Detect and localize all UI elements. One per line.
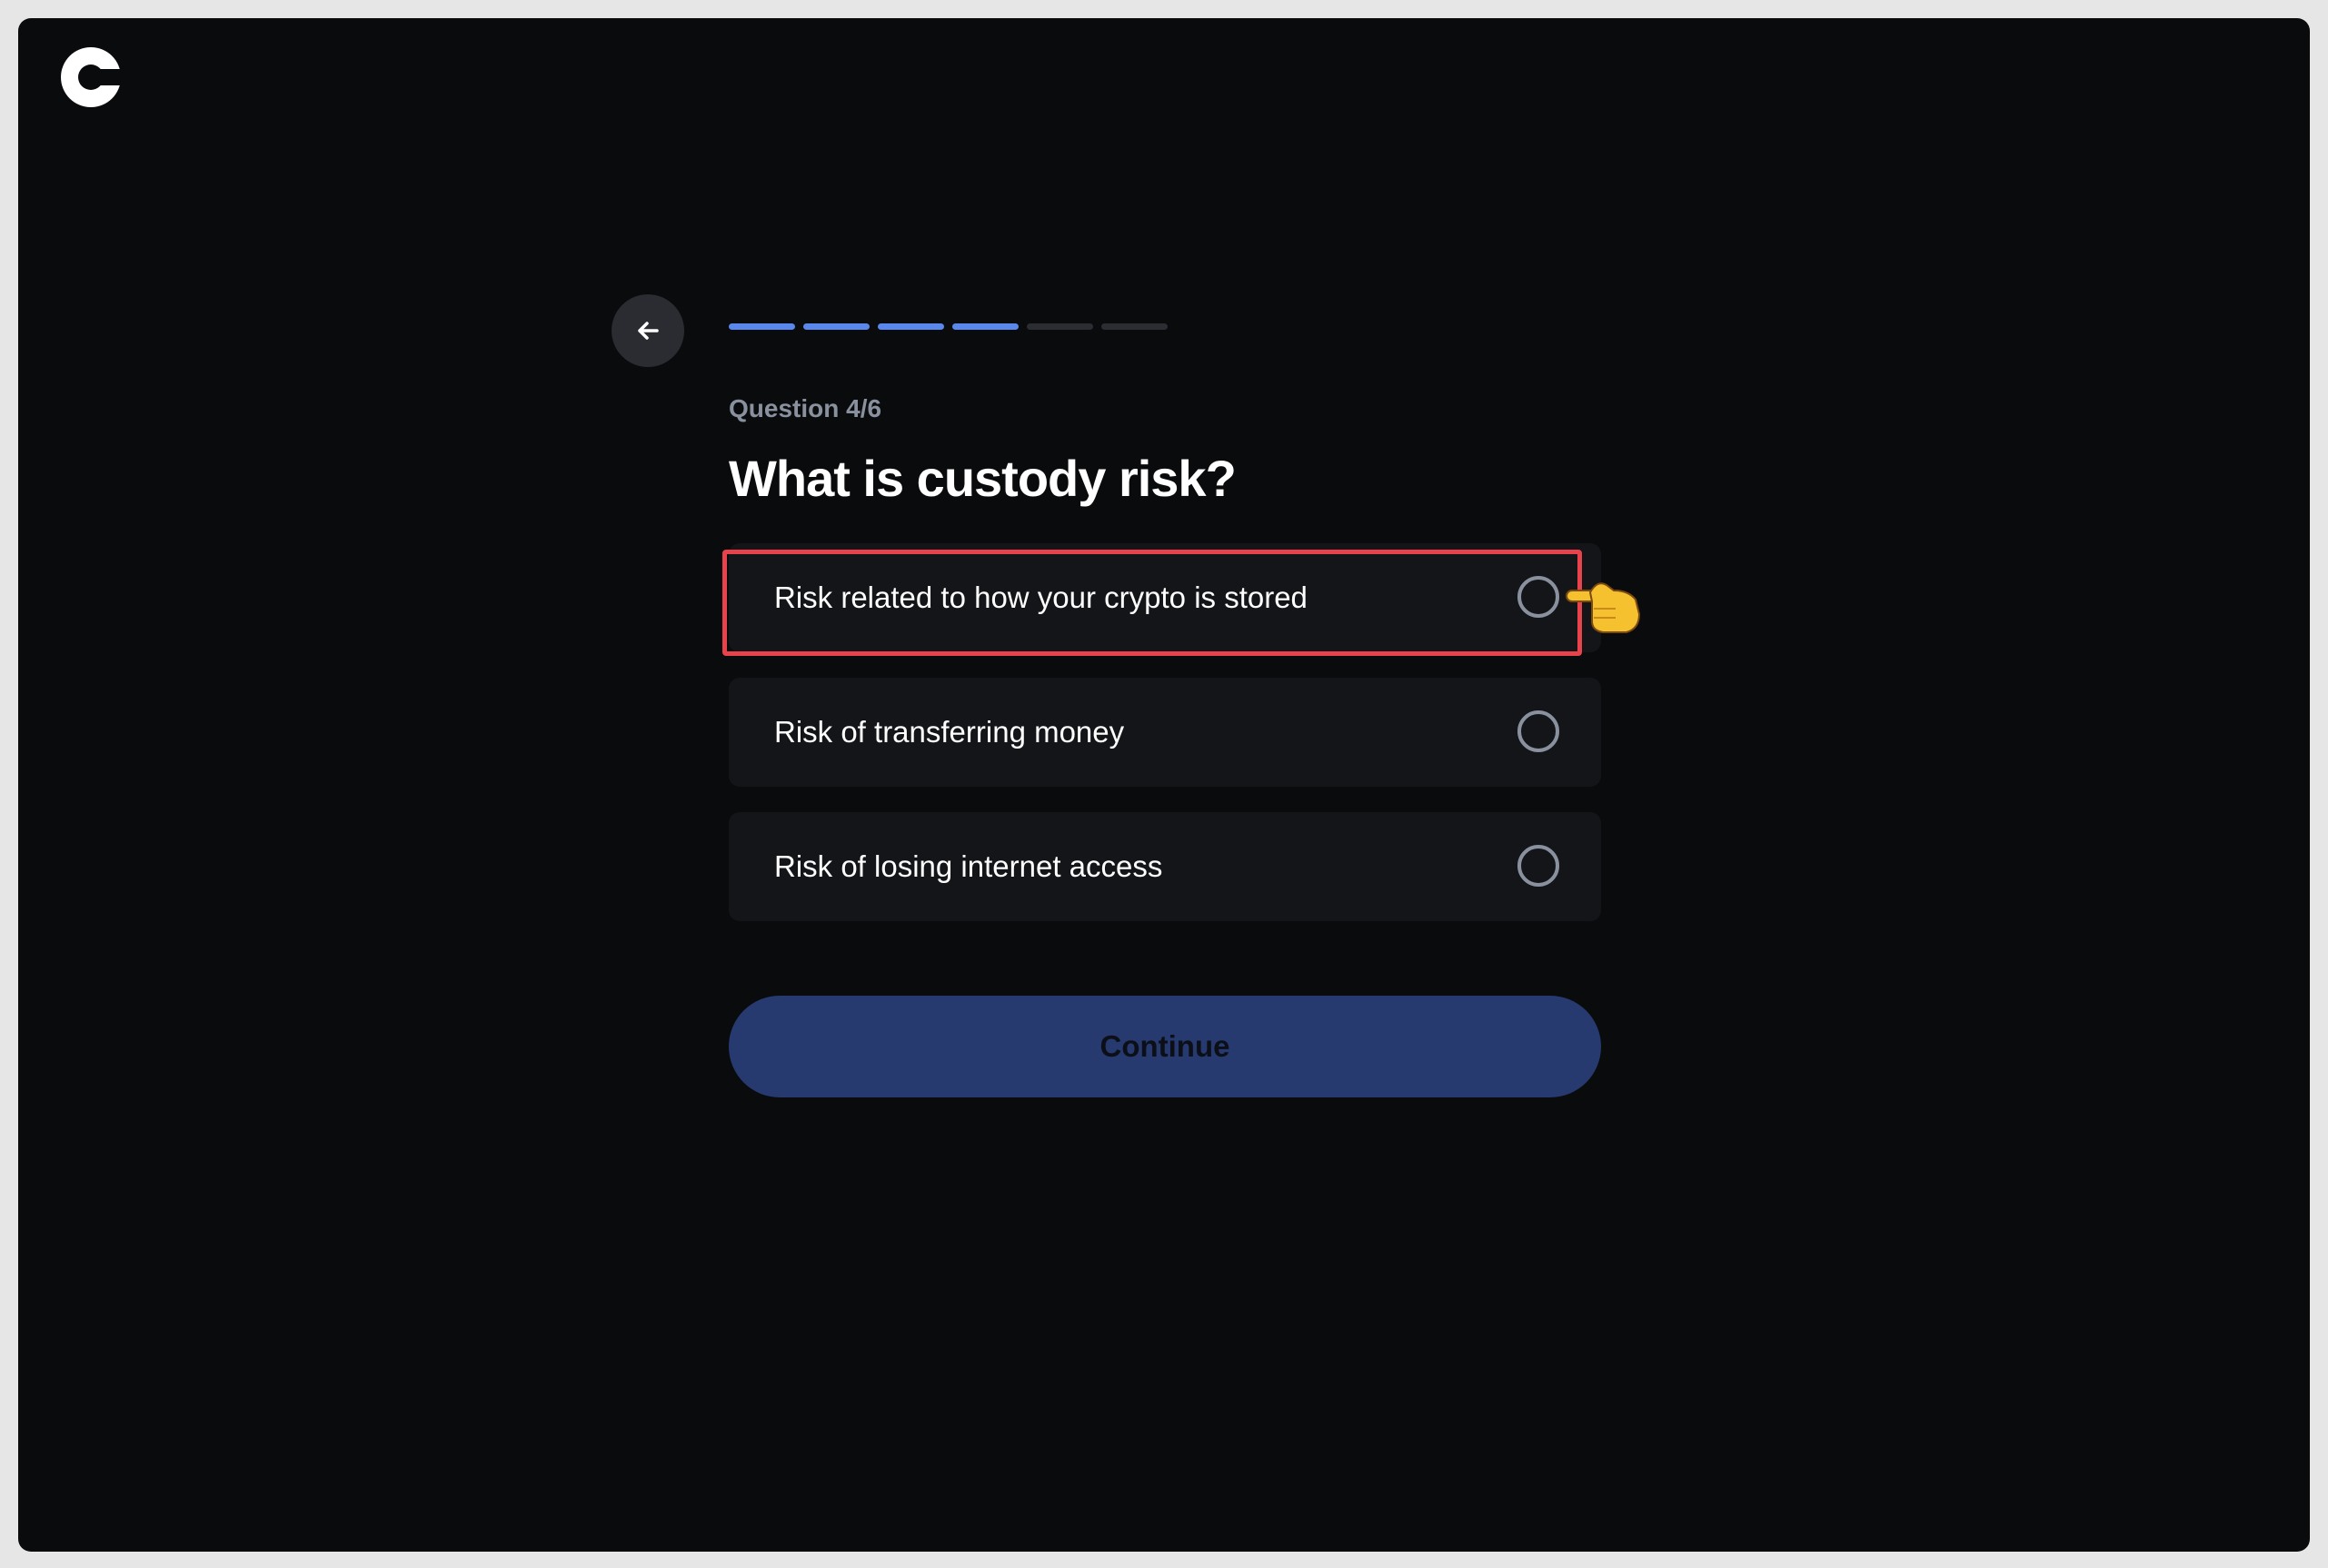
app-window: Question 4/6 What is custody risk? Risk … — [18, 18, 2310, 1552]
answer-option-transferring[interactable]: Risk of transferring money — [729, 678, 1601, 787]
radio-button[interactable] — [1517, 845, 1559, 887]
progress-segment — [952, 323, 1019, 330]
progress-segment — [1027, 323, 1093, 330]
answer-option-label: Risk of transferring money — [774, 715, 1125, 749]
answer-option-internet[interactable]: Risk of losing internet access — [729, 812, 1601, 921]
answer-option-label: Risk related to how your crypto is store… — [774, 581, 1308, 614]
pointing-hand-icon — [1566, 582, 1641, 633]
answer-option-label: Risk of losing internet access — [774, 849, 1163, 883]
question-number: Question 4/6 — [729, 394, 882, 422]
radio-button[interactable] — [1517, 710, 1559, 752]
radio-button[interactable] — [1517, 576, 1559, 618]
coinbase-logo-icon — [61, 47, 121, 107]
arrow-left-icon — [638, 322, 659, 340]
progress-segment — [878, 323, 944, 330]
progress-segment — [729, 323, 795, 330]
progress-segment — [803, 323, 870, 330]
question-title: What is custody risk? — [729, 450, 1237, 507]
progress-bar — [729, 323, 1168, 330]
progress-segment — [1101, 323, 1168, 330]
back-button[interactable] — [612, 294, 684, 367]
continue-button[interactable]: Continue — [729, 996, 1601, 1097]
answer-option-stored[interactable]: Risk related to how your crypto is store… — [729, 543, 1601, 652]
